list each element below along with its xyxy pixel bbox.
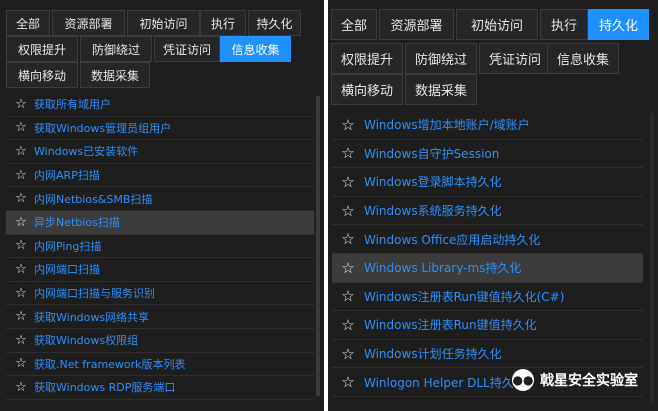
star-outline-icon[interactable]: ☆ — [12, 262, 30, 277]
list-item[interactable]: ☆ 内网ARP扫描 — [6, 164, 314, 188]
wechat-icon: ●● — [512, 369, 534, 391]
tab-privilege-escalation[interactable]: 权限提升 — [6, 36, 78, 62]
list-item[interactable]: ☆ 异步Netbios扫描 — [6, 211, 314, 235]
list-item-label: 内网Netbios&SMB扫描 — [34, 192, 153, 206]
list-item-label: 获取Windows管理员组用户 — [34, 121, 172, 135]
tab-lateral-movement[interactable]: 横向移动 — [331, 74, 403, 105]
star-outline-icon[interactable]: ☆ — [12, 215, 30, 230]
watermark-text: 戟星安全实验室 — [540, 373, 638, 389]
tab-all[interactable]: 全部 — [331, 9, 377, 40]
scrollbar[interactable] — [650, 113, 654, 403]
module-list: ☆ 获取所有域用户 ☆ 获取Windows管理员组用户 ☆ Windows已安装软件 ☆ 内网… — [6, 93, 314, 411]
star-outline-icon[interactable]: ☆ — [338, 373, 358, 391]
tab-persistence[interactable]: 持久化 — [588, 9, 649, 40]
star-outline-icon[interactable]: ☆ — [338, 259, 358, 277]
list-item[interactable]: ☆ 获取Windows权限组 — [6, 329, 314, 353]
star-outline-icon[interactable]: ☆ — [12, 97, 30, 112]
list-item[interactable]: ☆ 获取.Net framework版本列表 — [6, 353, 314, 377]
list-item-label: Windows注册表Run键值持久化(C#) — [364, 289, 565, 304]
list-item[interactable]: ☆ Windows Library-ms持久化 — [332, 254, 643, 283]
list-item-label: Windows注册表Run键值持久化 — [364, 318, 537, 333]
tab-discovery[interactable]: 信息收集 — [547, 43, 619, 74]
list-item[interactable]: ☆ 内网Ping扫描 — [6, 235, 314, 259]
list-item-label: 获取Windows网络共享 — [34, 310, 150, 324]
list-item[interactable]: ☆ 内网端口扫描与服务识别 — [6, 282, 314, 306]
tab-collection[interactable]: 数据采集 — [80, 62, 150, 88]
star-outline-icon[interactable]: ☆ — [12, 238, 30, 253]
tab-initial-access[interactable]: 初始访问 — [456, 9, 538, 40]
list-item-label: 内网Ping扫描 — [34, 239, 102, 253]
star-outline-icon[interactable]: ☆ — [12, 380, 30, 395]
list-item-label: Windows计划任务持久化 — [364, 347, 502, 362]
tab-credential-access[interactable]: 凭证访问 — [154, 36, 220, 62]
star-outline-icon[interactable]: ☆ — [338, 116, 358, 134]
right-panel: 全部 资源部署 初始访问 执行 持久化 权限提升 防御绕过 凭证访问 信息收集 … — [328, 0, 658, 411]
list-item[interactable]: ☆ Windows已安装软件 — [6, 140, 314, 164]
tab-initial-access[interactable]: 初始访问 — [127, 10, 200, 36]
list-item-label: Windows系统服务持久化 — [364, 204, 502, 219]
list-item[interactable]: ☆ 获取Windows管理员组用户 — [6, 117, 314, 141]
star-outline-icon[interactable]: ☆ — [338, 144, 358, 162]
star-outline-icon[interactable]: ☆ — [338, 345, 358, 363]
list-item-label: 内网端口扫描与服务识别 — [34, 287, 155, 301]
list-item-label: 获取Windows权限组 — [34, 334, 139, 348]
list-item-label: Windows Library-ms持久化 — [364, 261, 522, 276]
tab-collection[interactable]: 数据采集 — [405, 74, 477, 105]
tab-execution[interactable]: 执行 — [540, 9, 588, 40]
list-item-label: 内网端口扫描 — [34, 263, 100, 277]
tab-lateral-movement[interactable]: 横向移动 — [6, 62, 78, 88]
star-outline-icon[interactable]: ☆ — [338, 316, 358, 334]
list-item[interactable]: ☆ Windows注册表Run键值持久化 — [332, 311, 643, 340]
list-item[interactable]: ☆ Windows登录脚本持久化 — [332, 168, 643, 197]
star-outline-icon[interactable]: ☆ — [12, 286, 30, 301]
left-panel: 全部 资源部署 初始访问 执行 持久化 权限提升 防御绕过 凭证访问 信息收集 … — [0, 0, 324, 411]
list-item-label: Windows自守护Session — [364, 146, 500, 161]
star-outline-icon[interactable]: ☆ — [12, 144, 30, 159]
list-item-label: Winlogon Helper DLL持久化 — [364, 375, 526, 390]
list-item-label: 获取Windows RDP服务端口 — [34, 381, 176, 395]
tab-resource-deploy[interactable]: 资源部署 — [52, 10, 125, 36]
list-item[interactable]: ☆ Windows注册表Run键值持久化(C#) — [332, 283, 643, 312]
module-list: ☆ Windows增加本地账户/域账户 ☆ Windows自守护Session ☆ Win… — [332, 111, 643, 411]
list-item-label: Windows Office应用启动持久化 — [364, 232, 541, 247]
list-item[interactable]: ☆ 获取所有域用户 — [6, 93, 314, 117]
list-item[interactable]: ☆ Windows系统服务持久化 — [332, 197, 643, 226]
tab-defense-evasion[interactable]: 防御绕过 — [80, 36, 152, 62]
scrollbar[interactable] — [316, 96, 320, 396]
tab-resource-deploy[interactable]: 资源部署 — [379, 9, 454, 40]
list-item-label: 异步Netbios扫描 — [34, 216, 120, 230]
tab-execution[interactable]: 执行 — [200, 10, 246, 36]
star-outline-icon[interactable]: ☆ — [12, 191, 30, 206]
list-item-label: 获取所有域用户 — [34, 98, 111, 112]
list-item[interactable]: ☆ Windows自守护Session — [332, 140, 643, 169]
star-outline-icon[interactable]: ☆ — [338, 173, 358, 191]
list-item[interactable]: ☆ 获取Windows RDP服务端口 — [6, 376, 314, 400]
watermark: ●● 戟星安全实验室 — [512, 369, 638, 391]
list-item-label: Windows登录脚本持久化 — [364, 175, 502, 190]
tab-defense-evasion[interactable]: 防御绕过 — [405, 43, 477, 74]
list-item[interactable]: ☆ Windows Office应用启动持久化 — [332, 225, 643, 254]
list-item-label: 内网ARP扫描 — [34, 169, 100, 183]
star-outline-icon[interactable]: ☆ — [338, 202, 358, 220]
tab-privilege-escalation[interactable]: 权限提升 — [331, 43, 403, 74]
star-outline-icon[interactable]: ☆ — [338, 230, 358, 248]
star-outline-icon[interactable]: ☆ — [12, 356, 30, 371]
star-outline-icon[interactable]: ☆ — [12, 333, 30, 348]
star-outline-icon[interactable]: ☆ — [12, 168, 30, 183]
star-outline-icon[interactable]: ☆ — [338, 287, 358, 305]
list-item[interactable]: ☆ 获取Windows网络共享 — [6, 305, 314, 329]
list-item-label: Windows已安装软件 — [34, 145, 139, 159]
star-outline-icon[interactable]: ☆ — [12, 120, 30, 135]
tab-all[interactable]: 全部 — [6, 10, 50, 36]
tab-discovery[interactable]: 信息收集 — [220, 36, 291, 62]
tab-persistence[interactable]: 持久化 — [248, 10, 301, 36]
list-item-label: 获取.Net framework版本列表 — [34, 357, 186, 371]
list-item-label: Windows增加本地账户/域账户 — [364, 118, 530, 133]
star-outline-icon[interactable]: ☆ — [12, 309, 30, 324]
list-item[interactable]: ☆ 内网Netbios&SMB扫描 — [6, 187, 314, 211]
tab-credential-access[interactable]: 凭证访问 — [479, 43, 551, 74]
list-item[interactable]: ☆ Windows计划任务持久化 — [332, 340, 643, 369]
list-item[interactable]: ☆ 内网端口扫描 — [6, 258, 314, 282]
list-item[interactable]: ☆ Windows增加本地账户/域账户 — [332, 111, 643, 140]
